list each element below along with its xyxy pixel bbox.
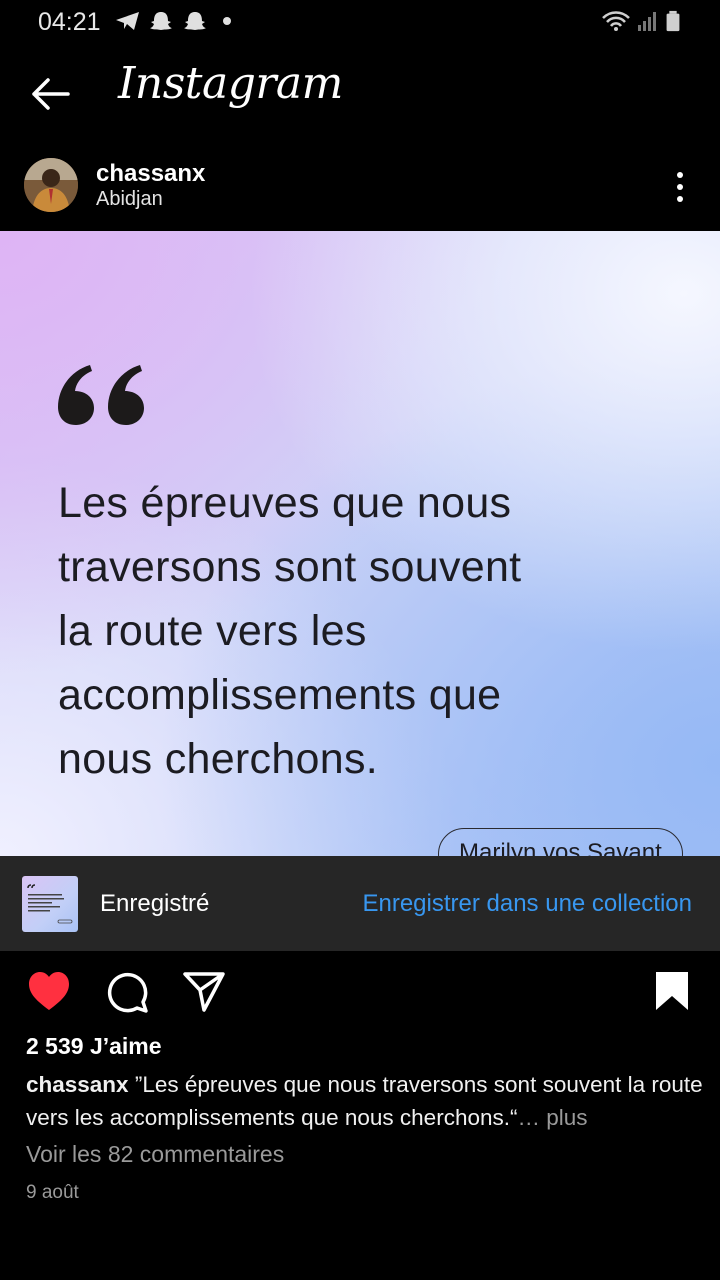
more-options-icon[interactable] [668,170,692,204]
quote-text: Les épreuves que nous traversons sont so… [58,471,658,791]
post-caption: chassanx ”Les épreuves que nous traverso… [26,1068,706,1134]
back-arrow-icon[interactable] [28,72,72,116]
quote-line: la route vers les [58,607,367,655]
post-image[interactable]: Les épreuves que nous traversons sont so… [0,231,720,857]
like-count[interactable]: 2 539 J’aime [26,1033,162,1060]
heart-icon[interactable] [27,970,71,1014]
comment-icon[interactable] [105,970,149,1014]
caption-more-link[interactable]: … plus [517,1105,587,1130]
status-time: 04:21 [38,8,101,36]
quote-author: Marilyn vos Savant [438,828,683,857]
saved-toast: Enregistré Enregistrer dans une collecti… [0,856,720,951]
post-date: 9 août [26,1182,79,1203]
bookmark-icon[interactable] [652,970,696,1014]
signal-icon [638,12,656,31]
wifi-icon [602,11,630,31]
quote-mark-icon [58,365,144,425]
view-comments-link[interactable]: Voir les 82 commentaires [26,1141,284,1168]
instagram-logo: Instagram [118,58,343,109]
status-bar: 04:21 [0,0,720,44]
caption-username[interactable]: chassanx [26,1072,129,1097]
quote-line: traversons sont souvent [58,543,522,591]
battery-icon [666,10,680,32]
save-to-collection-link[interactable]: Enregistrer dans une collection [362,890,692,918]
post-location[interactable]: Abidjan [96,188,163,211]
avatar[interactable] [24,158,78,212]
saved-post-thumbnail [22,876,78,932]
post-username[interactable]: chassanx [96,160,205,188]
snapchat-icon [150,12,172,30]
quote-line: Les épreuves que nous [58,479,512,527]
saved-label: Enregistré [100,890,210,917]
quote-line: nous cherchons. [58,735,379,783]
dot-icon [223,17,231,25]
snapchat-icon-2 [184,12,206,30]
quote-line: accomplissements que [58,671,502,719]
share-icon[interactable] [182,970,226,1014]
telegram-icon [116,12,139,30]
